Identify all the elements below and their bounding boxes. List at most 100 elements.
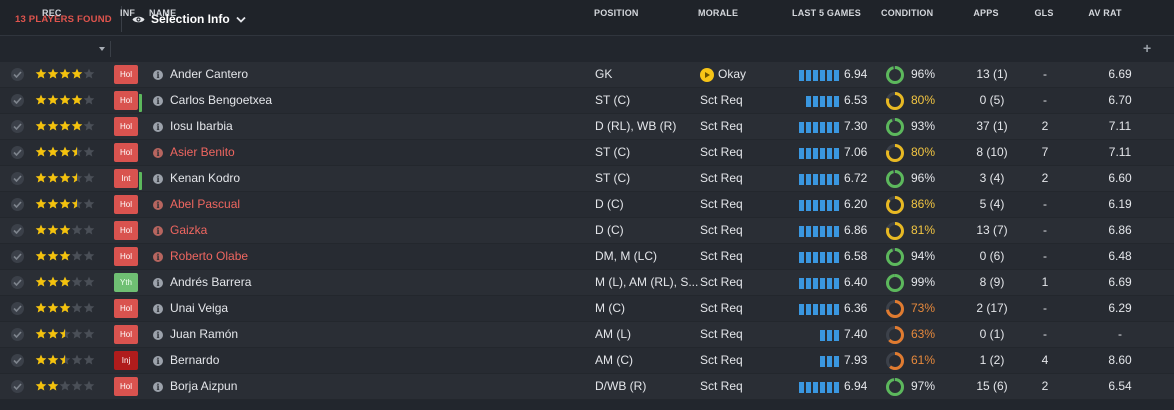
status-badge[interactable]: Hol — [114, 221, 138, 240]
status-badge[interactable]: Hol — [114, 299, 138, 318]
col-header-avrat[interactable]: AV RAT — [1088, 8, 1121, 18]
player-name[interactable]: Juan Ramón — [170, 322, 238, 347]
player-name[interactable]: Bernardo — [170, 348, 219, 373]
player-name[interactable]: Unai Veiga — [170, 296, 228, 321]
select-check-icon[interactable] — [11, 328, 24, 341]
table-row[interactable]: Hol i Carlos Bengoetxea ST (C) Sct Req 6.53 80… — [0, 88, 1174, 114]
info-icon[interactable]: i — [153, 200, 163, 210]
info-icon[interactable]: i — [153, 382, 163, 392]
info-icon[interactable]: i — [153, 304, 163, 314]
col-header-condition[interactable]: CONDITION — [881, 8, 933, 18]
col-header-rec[interactable]: REC — [42, 8, 62, 18]
info-icon[interactable]: i — [153, 122, 163, 132]
status-badge[interactable]: Hol — [114, 195, 138, 214]
select-check-icon[interactable] — [11, 120, 24, 133]
appearances: 15 (6) — [976, 379, 1008, 393]
player-name[interactable]: Gaizka — [170, 218, 207, 243]
player-name[interactable]: Carlos Bengoetxea — [170, 88, 272, 113]
table-row[interactable]: Hol i Gaizka D (C) Sct Req 6.86 81% 13 (7) - 6.86 — [0, 218, 1174, 244]
player-morale: Sct Req — [700, 374, 743, 399]
table-row[interactable]: Int i Kenan Kodro ST (C) Sct Req 6.72 96% 3 (4)… — [0, 166, 1174, 192]
condition-value: 96% — [911, 171, 936, 185]
star-icon — [47, 120, 59, 131]
info-icon[interactable]: i — [153, 96, 163, 106]
table-row[interactable]: Hol i Unai Veiga M (C) Sct Req 6.36 73% 2 (17) -… — [0, 296, 1174, 322]
form-bar — [813, 278, 818, 289]
select-check-icon[interactable] — [11, 198, 24, 211]
col-header-morale[interactable]: MORALE — [698, 8, 738, 18]
form-bar — [813, 200, 818, 211]
average-rating: - — [1118, 327, 1122, 341]
col-header-name[interactable]: NAME — [149, 8, 176, 18]
table-row[interactable]: Hol i Asier Benito ST (C) Sct Req 7.06 80% 8 (1… — [0, 140, 1174, 166]
status-badge[interactable]: Hol — [114, 247, 138, 266]
table-row[interactable]: Hol i Iosu Ibarbia D (RL), WB (R) Sct Req 7.3… — [0, 114, 1174, 140]
col-header-apps[interactable]: APPS — [973, 8, 998, 18]
info-icon[interactable]: i — [153, 356, 163, 366]
player-name[interactable]: Andrés Barrera — [170, 270, 251, 295]
player-name[interactable]: Abel Pascual — [170, 192, 240, 217]
star-icon — [71, 172, 83, 183]
select-check-icon[interactable] — [11, 276, 24, 289]
condition-ring — [886, 378, 904, 396]
add-column-button[interactable]: + — [1143, 40, 1151, 56]
info-icon[interactable]: i — [153, 252, 163, 262]
star-icon — [83, 198, 95, 209]
player-name[interactable]: Borja Aizpun — [170, 374, 237, 399]
status-badge[interactable]: Hol — [114, 91, 142, 112]
col-header-last5[interactable]: LAST 5 GAMES — [792, 8, 861, 18]
select-check-icon[interactable] — [11, 224, 24, 237]
table-row[interactable]: Hol i Ander Cantero GK Okay 6.94 96% 13 (1) - 6.6… — [0, 62, 1174, 88]
player-name[interactable]: Roberto Olabe — [170, 244, 248, 269]
info-icon[interactable]: i — [153, 226, 163, 236]
info-icon[interactable]: i — [153, 278, 163, 288]
form-bar — [827, 252, 832, 263]
appearances: 0 (6) — [979, 249, 1005, 263]
table-row[interactable]: Yth i Andrés Barrera M (L), AM (RL), S... Sc… — [0, 270, 1174, 296]
info-icon[interactable]: i — [153, 70, 163, 80]
col-header-gls[interactable]: GLS — [1034, 8, 1053, 18]
player-name[interactable]: Iosu Ibarbia — [170, 114, 233, 139]
form-bar — [806, 122, 811, 133]
table-row[interactable]: Hol i Roberto Olabe DM, M (LC) Sct Req 6.58 94… — [0, 244, 1174, 270]
select-check-icon[interactable] — [11, 302, 24, 315]
info-icon[interactable]: i — [153, 148, 163, 158]
table-row[interactable]: Hol i Abel Pascual D (C) Sct Req 6.20 86% 5 (4)… — [0, 192, 1174, 218]
form-bar — [820, 252, 825, 263]
form-bar — [827, 226, 832, 237]
status-badge[interactable]: Hol — [114, 65, 138, 84]
form-bar — [820, 200, 825, 211]
condition-value: 81% — [911, 223, 936, 237]
form-bar — [799, 148, 804, 159]
select-check-icon[interactable] — [11, 250, 24, 263]
select-check-icon[interactable] — [11, 172, 24, 185]
status-badge[interactable]: Hol — [114, 325, 138, 344]
select-check-icon[interactable] — [11, 94, 24, 107]
player-name[interactable]: Asier Benito — [170, 140, 235, 165]
morale-icon — [700, 67, 714, 82]
status-badge[interactable]: Inj — [114, 351, 138, 370]
status-badge[interactable]: Hol — [114, 143, 138, 162]
select-check-icon[interactable] — [11, 68, 24, 81]
sort-arrow-icon[interactable] — [99, 47, 105, 51]
recommendation-stars — [35, 94, 95, 105]
player-name[interactable]: Kenan Kodro — [170, 166, 240, 191]
col-header-inf[interactable]: INF — [120, 8, 135, 18]
status-badge[interactable]: Yth — [114, 273, 138, 292]
table-row[interactable]: Inj i Bernardo AM (C) Sct Req 7.93 61% 1 (2) 4 8.… — [0, 348, 1174, 374]
status-badge[interactable]: Hol — [114, 377, 138, 396]
select-check-icon[interactable] — [11, 146, 24, 159]
form-rating: 6.40 — [844, 275, 868, 289]
star-icon — [59, 172, 71, 183]
select-check-icon[interactable] — [11, 380, 24, 393]
condition-value: 97% — [911, 379, 936, 393]
select-check-icon[interactable] — [11, 354, 24, 367]
table-row[interactable]: Hol i Borja Aizpun D/WB (R) Sct Req 6.94 97% 15… — [0, 374, 1174, 400]
status-badge[interactable]: Hol — [114, 117, 138, 136]
table-row[interactable]: Hol i Juan Ramón AM (L) Sct Req 7.40 63% 0 (1) -… — [0, 322, 1174, 348]
info-icon[interactable]: i — [153, 174, 163, 184]
info-icon[interactable]: i — [153, 330, 163, 340]
col-header-position[interactable]: POSITION — [594, 8, 639, 18]
player-name[interactable]: Ander Cantero — [170, 62, 248, 87]
status-badge[interactable]: Int — [114, 169, 142, 190]
